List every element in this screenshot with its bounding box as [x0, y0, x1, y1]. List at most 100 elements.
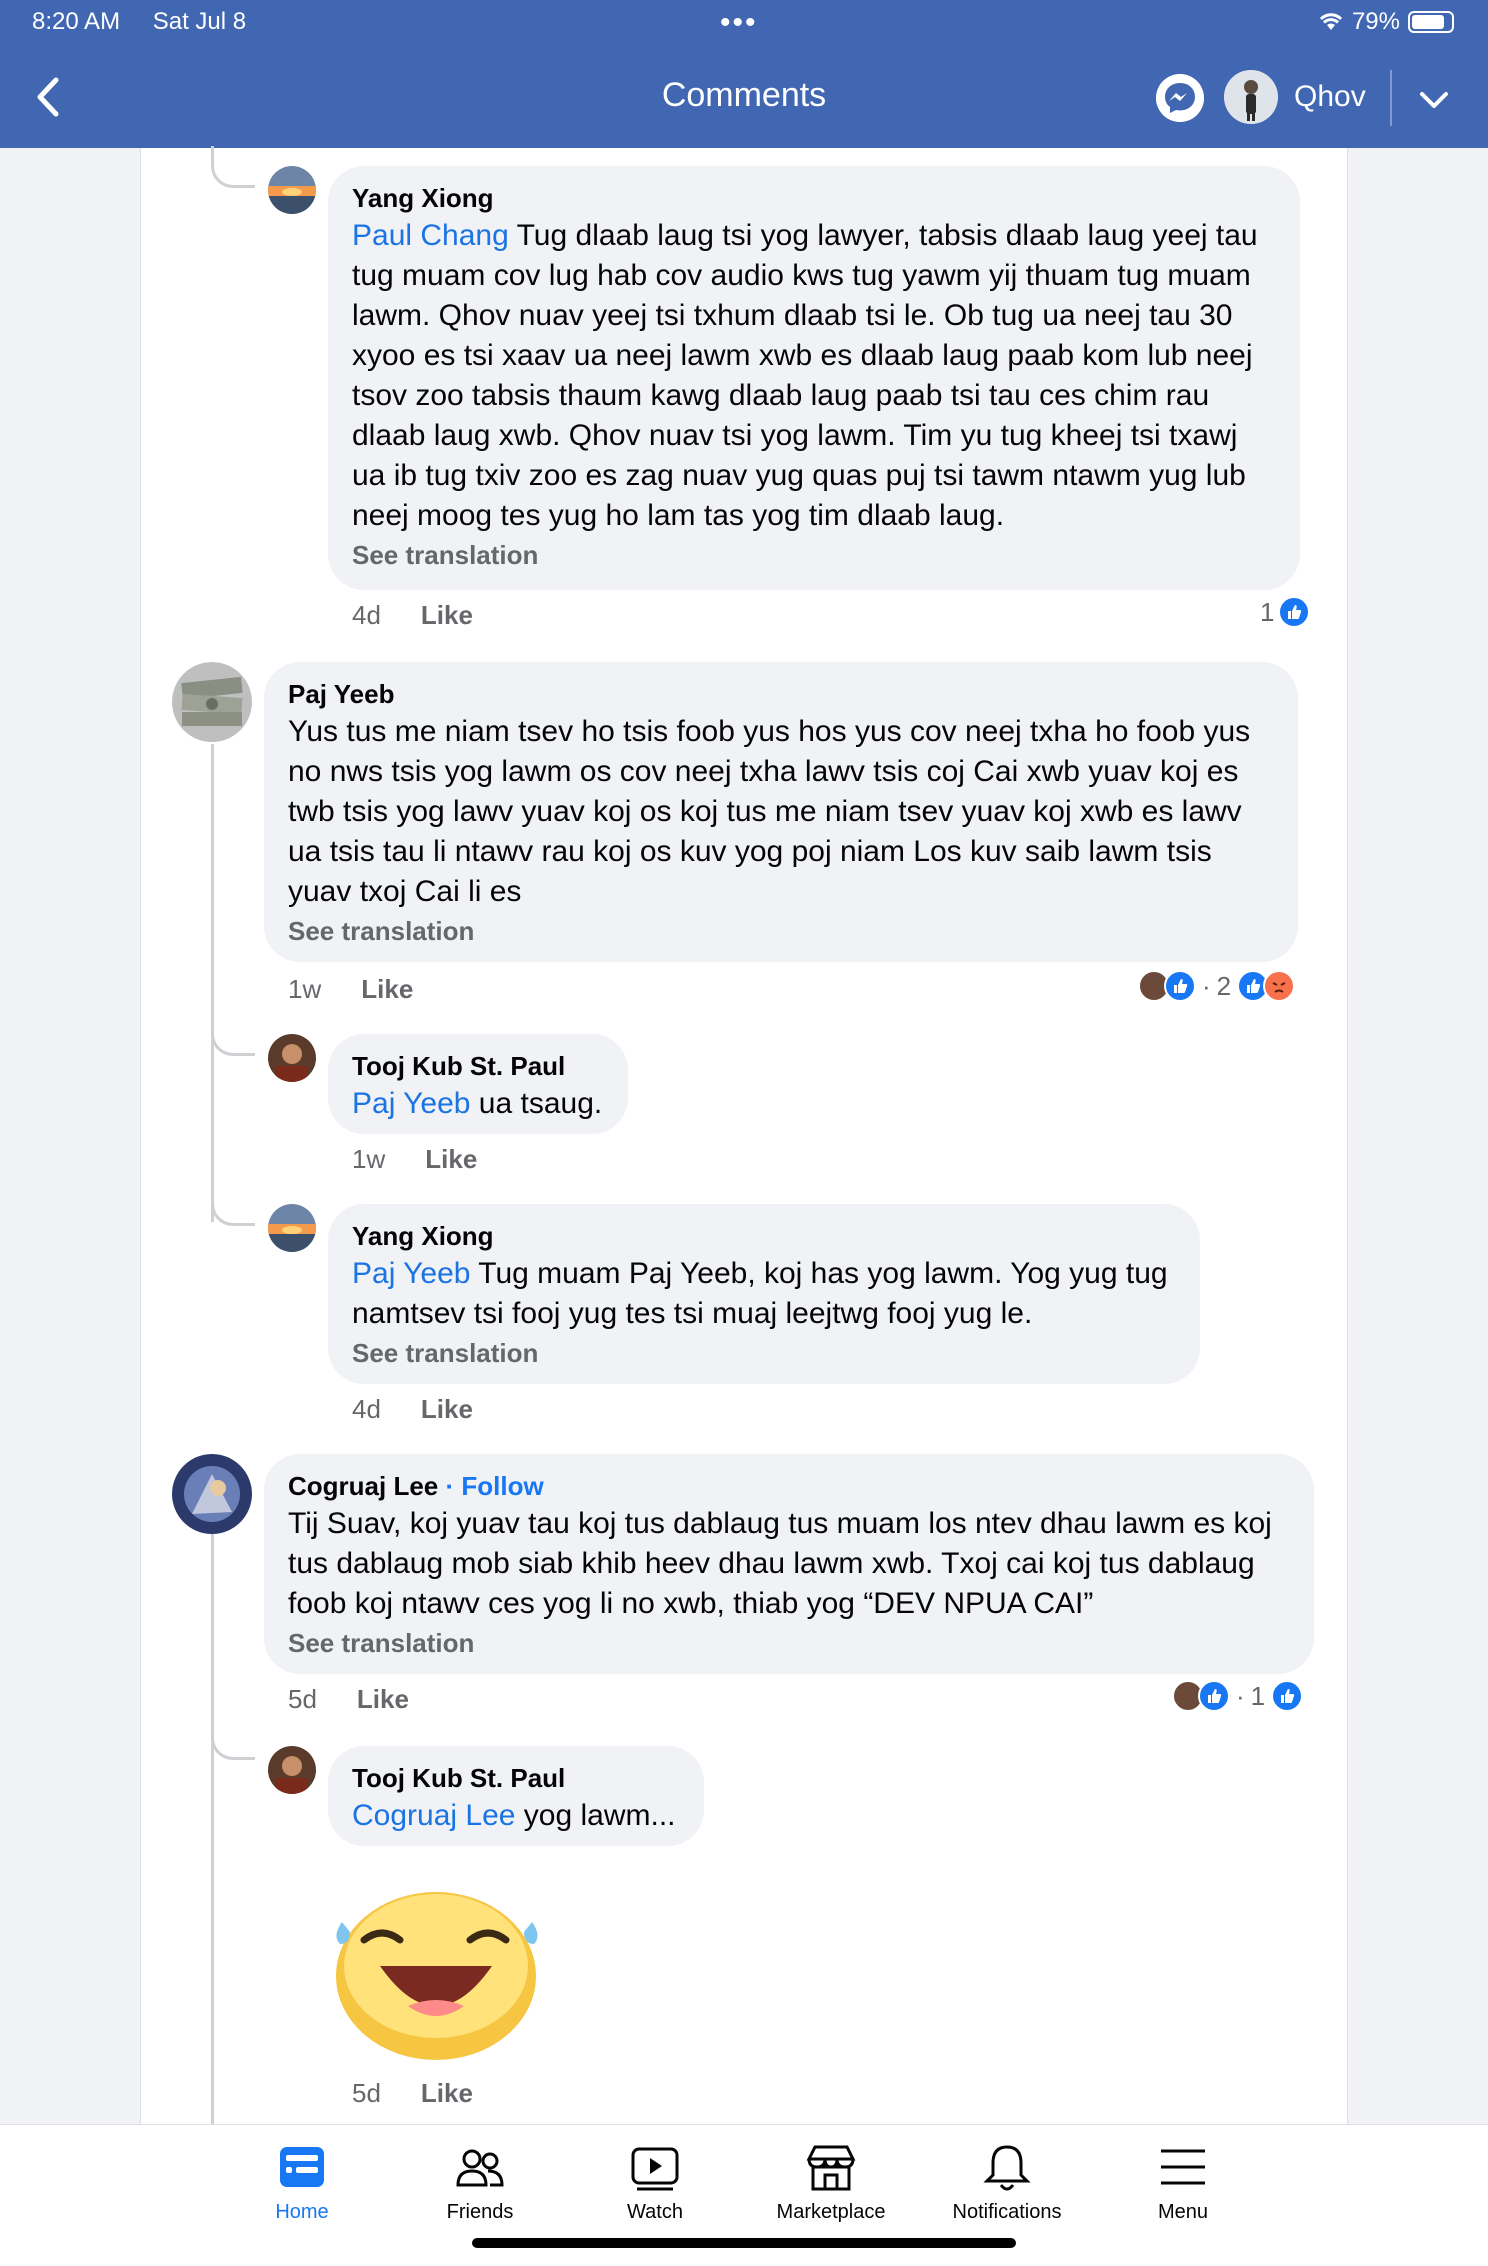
tab-friends[interactable]: Friends: [400, 2141, 560, 2224]
status-right: 79%: [1318, 8, 1454, 36]
like-reaction-icon: [1271, 1680, 1304, 1712]
comment-time: 4d: [352, 600, 381, 630]
reaction-summary[interactable]: · 2: [1138, 970, 1296, 1002]
thread-branch: [211, 1184, 255, 1226]
profile-avatar[interactable]: [1224, 70, 1278, 124]
tab-label: Notifications: [952, 2201, 1062, 2223]
comment-time: 1w: [288, 974, 322, 1004]
comment-time: 4d: [352, 1394, 381, 1424]
comment-author[interactable]: Paj Yeeb: [288, 676, 1274, 712]
comment-author[interactable]: Cogruaj Lee: [288, 1471, 438, 1501]
comment-bubble: Paj Yeeb Yus tus me niam tsev ho tsis fo…: [264, 662, 1298, 962]
tab-label: Home: [275, 2201, 329, 2223]
comment-bubble: Yang Xiong Paj Yeeb Tug muam Paj Yeeb, k…: [328, 1204, 1200, 1384]
like-button[interactable]: Like: [425, 1144, 477, 1175]
comment-meta: 4d Like: [352, 600, 473, 631]
separator-dot: ·: [1236, 1680, 1245, 1711]
top-bar: 8:20 AM Sat Jul 8 ••• 79% Comments Qhov: [0, 0, 1488, 148]
thread-branch: [211, 1014, 255, 1056]
reaction-summary[interactable]: 1: [1260, 596, 1311, 628]
comment-meta: 1w Like: [288, 974, 413, 1005]
comment-text: Paj Yeeb Tug muam Paj Yeeb, koj has yog …: [352, 1257, 1168, 1330]
comment-time: 5d: [352, 2078, 381, 2108]
comment-bubble: Tooj Kub St. Paul Cogruaj Lee yog lawm..…: [328, 1746, 704, 1846]
reaction-count: 2: [1216, 970, 1232, 1001]
comment-text: Tij Suav, koj yuav tau koj tus dablaug t…: [288, 1507, 1272, 1620]
home-icon: [280, 2147, 324, 2187]
reaction-count: 1: [1260, 596, 1275, 627]
like-button[interactable]: Like: [421, 2078, 473, 2109]
bell-icon: [983, 2145, 1031, 2191]
comment-time: 5d: [288, 1684, 317, 1714]
comment-author[interactable]: Tooj Kub St. Paul: [352, 1760, 680, 1796]
like-reaction-icon: [1164, 970, 1196, 1002]
reaction-count: 1: [1250, 1680, 1266, 1711]
mention-link[interactable]: Paj Yeeb: [352, 1257, 470, 1290]
tab-label: Menu: [1157, 2201, 1209, 2223]
comment-text: Cogruaj Lee yog lawm...: [352, 1799, 676, 1832]
like-button[interactable]: Like: [361, 974, 413, 1005]
marketplace-icon: [806, 2145, 856, 2191]
header-divider: [1390, 70, 1392, 126]
see-translation-link[interactable]: See translation: [352, 1334, 1176, 1372]
comment-text: Paul Chang Tug dlaab laug tsi yog lawyer…: [352, 219, 1258, 532]
wifi-icon: [1319, 13, 1343, 30]
see-translation-link[interactable]: See translation: [352, 536, 1276, 574]
avatar[interactable]: [172, 662, 252, 742]
see-translation-link[interactable]: See translation: [288, 912, 1274, 950]
mention-link[interactable]: Paj Yeeb: [352, 1087, 470, 1120]
comment-author[interactable]: Yang Xiong: [352, 180, 1276, 216]
multitasking-dots-icon[interactable]: •••: [720, 6, 758, 40]
app-window: 8:20 AM Sat Jul 8 ••• 79% Comments Qhov …: [0, 0, 1488, 2266]
battery-icon: [1408, 11, 1454, 33]
like-button[interactable]: Like: [357, 1684, 409, 1715]
comment-text: Paj Yeeb ua tsaug.: [352, 1087, 603, 1120]
tab-label: Marketplace: [776, 2201, 886, 2223]
avatar[interactable]: [172, 1454, 252, 1534]
like-reaction-icon: [1198, 1680, 1230, 1712]
comment-author[interactable]: Yang Xiong: [352, 1218, 1176, 1254]
avatar[interactable]: [268, 1034, 316, 1082]
comment-text: Yus tus me niam tsev ho tsis foob yus ho…: [288, 715, 1251, 908]
thread-branch: [211, 146, 255, 188]
profile-name[interactable]: Qhov: [1294, 80, 1366, 114]
thread-branch: [211, 1718, 255, 1760]
tab-notifications[interactable]: Notifications: [927, 2141, 1087, 2224]
battery-percent: 79%: [1351, 8, 1400, 35]
like-button[interactable]: Like: [421, 1394, 473, 1425]
comment-bubble: Tooj Kub St. Paul Paj Yeeb ua tsaug.: [328, 1034, 628, 1134]
avatar[interactable]: [268, 166, 316, 214]
watch-icon: [631, 2147, 679, 2191]
messenger-icon[interactable]: [1156, 74, 1204, 122]
friends-icon: [456, 2149, 504, 2187]
comment-author[interactable]: Tooj Kub St. Paul: [352, 1048, 604, 1084]
chevron-down-icon[interactable]: [1414, 80, 1454, 120]
like-button[interactable]: Like: [421, 600, 473, 631]
comment-bubble: Yang Xiong Paul Chang Tug dlaab laug tsi…: [328, 166, 1300, 590]
comment-meta: 1w Like: [352, 1144, 477, 1175]
status-bar: 8:20 AM Sat Jul 8: [32, 8, 272, 36]
comment-meta: 5d Like: [352, 2078, 473, 2109]
menu-icon: [1161, 2149, 1205, 2185]
status-date: Sat Jul 8: [152, 8, 247, 35]
tab-marketplace[interactable]: Marketplace: [751, 2141, 911, 2224]
avatar[interactable]: [268, 1204, 316, 1252]
status-time: 8:20 AM: [32, 8, 121, 35]
follow-link[interactable]: · Follow: [445, 1471, 543, 1501]
laughing-emoji-sticker[interactable]: [324, 1866, 550, 2062]
mention-link[interactable]: Cogruaj Lee: [352, 1799, 515, 1832]
reaction-summary[interactable]: · 1: [1172, 1680, 1304, 1712]
tab-home[interactable]: Home: [222, 2141, 382, 2224]
tab-menu[interactable]: Menu: [1103, 2141, 1263, 2224]
tab-label: Watch: [627, 2201, 683, 2223]
like-reaction-icon: [1278, 596, 1311, 628]
comment-bubble: Cogruaj Lee · Follow Tij Suav, koj yuav …: [264, 1454, 1314, 1674]
mention-link[interactable]: Paul Chang: [352, 219, 509, 252]
comment-time: 1w: [352, 1144, 386, 1174]
tab-watch[interactable]: Watch: [575, 2141, 735, 2224]
comment-meta: 4d Like: [352, 1394, 473, 1425]
home-indicator[interactable]: [472, 2238, 1016, 2248]
avatar[interactable]: [268, 1746, 316, 1794]
see-translation-link[interactable]: See translation: [288, 1624, 1290, 1662]
angry-reaction-icon: [1263, 970, 1296, 1002]
